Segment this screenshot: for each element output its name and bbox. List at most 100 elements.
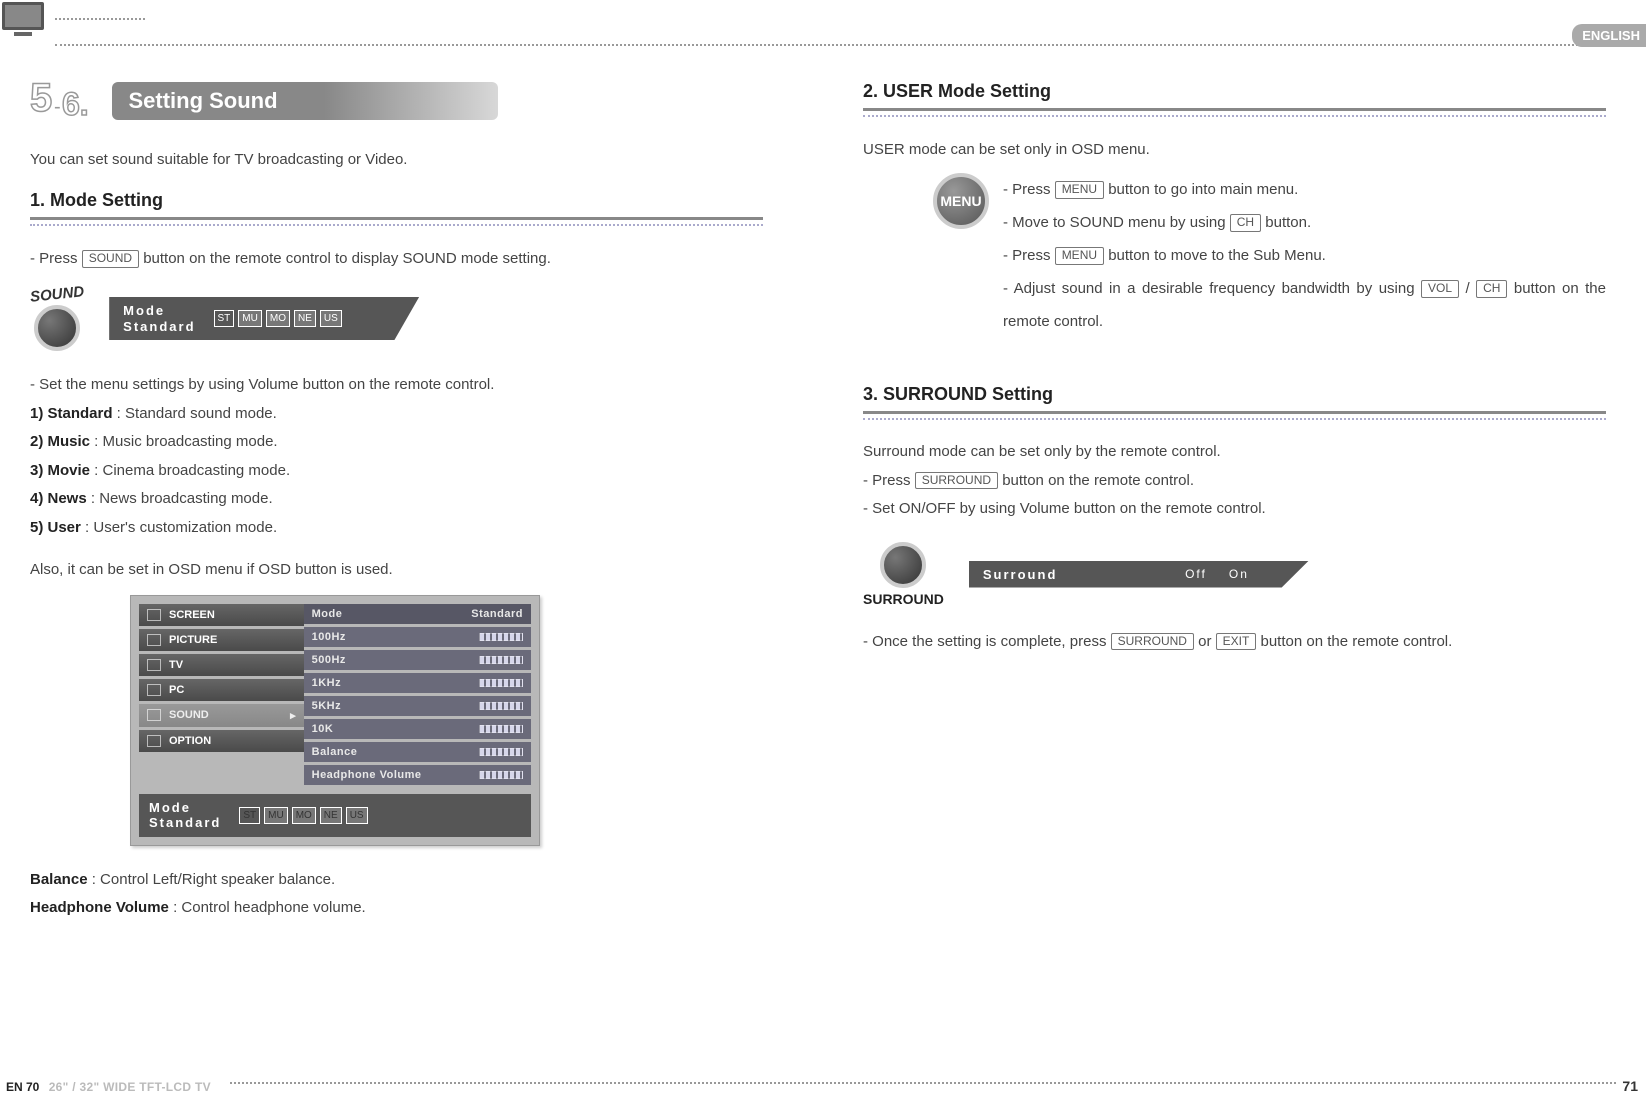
osd-pill: NE [294,310,316,327]
sub2-title: 2. USER Mode Setting [863,81,1606,106]
osd-pill: MO [292,807,316,824]
sound-osd-preview: SOUND Mode Standard ST MU MO NE US [30,286,763,351]
osd-surround-bar: Surround OffOn [969,561,1309,588]
screen-icon [147,609,161,621]
exit-key: EXIT [1216,633,1257,651]
sub2-rule [863,115,1606,117]
level-bars-icon [479,748,523,756]
osd-row: Balance [304,742,531,762]
osd-tab: PICTURE [139,629,304,651]
osd-tab-label: PC [169,684,184,696]
balance-label: Balance [30,871,88,888]
menu-key: MENU [1055,181,1104,199]
mode-desc: : Music broadcasting mode. [90,433,278,450]
osd-pill: ST [214,310,235,327]
text: - Set ON/OFF by using Volume button on t… [863,495,1606,524]
vol-key: VOL [1421,280,1459,298]
osd-tab: OPTION [139,730,304,752]
chevron-right-icon: ▸ [290,709,296,722]
text: Surround mode can be set only by the rem… [863,438,1606,467]
text: button to go into main menu. [1104,181,1298,198]
right-column: 2. USER Mode Setting USER mode can be se… [823,75,1646,1066]
surround-key: SURROUND [915,472,998,490]
level-bars-icon [479,656,523,664]
level-bars-icon [479,702,523,710]
pc-icon [147,684,161,696]
sub1-desc: - Set the menu settings by using Volume … [30,371,763,585]
svg-text:-: - [54,96,61,118]
osd-off: Off [1185,567,1207,581]
text: Also, it can be set in OSD menu if OSD b… [30,556,763,585]
mode-desc: : User's customization mode. [81,519,277,536]
text: - Press [1003,247,1055,264]
sub2-intro: USER mode can be set only in OSD menu. [863,135,1606,165]
svg-text:6.: 6. [62,86,89,121]
osd-tab-label: PICTURE [169,634,217,646]
osd-tab-label: TV [169,659,183,671]
mode-label: 3) Movie [30,462,90,479]
section-title: Setting Sound [112,82,497,120]
osd-tab: TV [139,654,304,676]
ch-key: CH [1230,214,1261,232]
option-icon [147,735,161,747]
osd-pill: MU [264,807,288,824]
osd-row-key: 5KHz [312,700,342,712]
menu-instruction-block: MENU - Press MENU button to go into main… [933,173,1606,338]
bottom-dotted-line [230,1082,1616,1084]
page-number-left: EN 70 [6,1080,39,1094]
top-dotted-line [55,44,1646,46]
osd-tab: PC [139,679,304,701]
osd-on: On [1229,567,1249,581]
ch-key: CH [1476,280,1507,298]
osd-mode-label1: Mode [123,303,195,319]
text: button on the remote control. [1256,633,1452,650]
osd-pill: MO [266,310,290,327]
sub3-rule [863,418,1606,420]
osd-menu-footer: Mode Standard ST MU MO NE US [139,794,531,837]
surround-key: SURROUND [1111,633,1194,651]
tv-icon [147,659,161,671]
text: - Press [30,250,82,267]
osd-row-key: Balance [312,746,358,758]
language-badge: ENGLISH [1572,24,1646,47]
osd-pill: US [346,807,368,824]
top-dotted-short [55,18,145,20]
level-bars-icon [479,679,523,687]
osd-mode-label1: Mode [149,800,221,816]
text: - Press [863,472,915,489]
osd-row: 500Hz [304,650,531,670]
level-bars-icon [479,725,523,733]
sub1-footnotes: Balance : Control Left/Right speaker bal… [30,866,763,923]
mode-label: 5) User [30,519,81,536]
osd-mode-label2: Standard [123,319,195,335]
osd-row-val: Standard [471,608,523,620]
mode-label: 4) News [30,490,87,507]
osd-row: 10K [304,719,531,739]
sub3-body: Surround mode can be set only by the rem… [863,438,1606,524]
text: - Move to SOUND menu by using [1003,214,1230,231]
model-name: 26" / 32" WIDE TFT-LCD TV [49,1080,211,1094]
balance-desc: : Control Left/Right speaker balance. [88,871,336,888]
osd-row-key: Mode [312,608,343,620]
osd-mode-label2: Standard [149,815,221,831]
osd-row-key: 100Hz [312,631,346,643]
hp-desc: : Control headphone volume. [173,899,366,916]
mode-label: 1) Standard [30,405,113,422]
sub1-rule [30,224,763,226]
osd-pill: MU [238,310,262,327]
osd-tab-label: OPTION [169,735,211,747]
section-number-icon: 5 - 6. [30,75,100,126]
text: - Set the menu settings by using Volume … [30,371,763,400]
osd-row-key: 1KHz [312,677,342,689]
osd-pill: US [320,310,342,327]
picture-icon [147,634,161,646]
hp-label: Headphone Volume [30,899,173,916]
osd-menu-preview: SCREEN PICTURE TV PC SOUND▸ OPTION ModeS… [130,595,540,846]
sub1-title: 1. Mode Setting [30,190,763,215]
footer-left: EN 70 26" / 32" WIDE TFT-LCD TV [6,1080,211,1094]
sub3-complete: - Once the setting is complete, press SU… [863,627,1606,657]
section-intro: You can set sound suitable for TV broadc… [30,151,763,168]
mode-desc: : Cinema broadcasting mode. [90,462,290,479]
osd-tab: SCREEN [139,604,304,626]
text: - Once the setting is complete, press [863,633,1111,650]
